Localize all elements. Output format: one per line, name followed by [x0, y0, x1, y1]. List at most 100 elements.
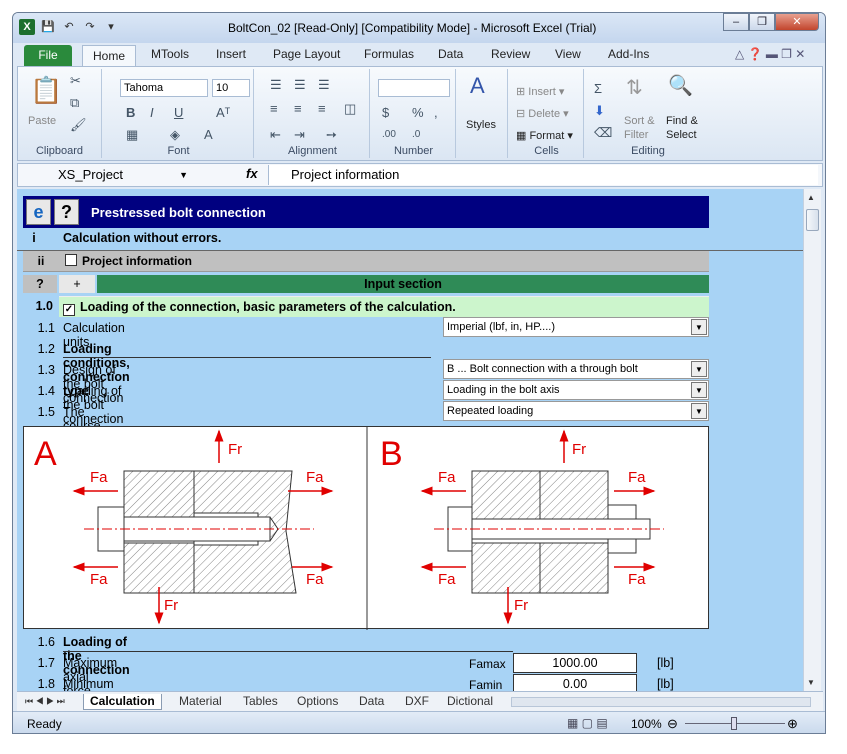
tab-page-layout[interactable]: Page Layout: [273, 47, 340, 61]
filter-label[interactable]: Filter: [624, 129, 648, 141]
tab-mtools[interactable]: MTools: [151, 47, 189, 61]
save-icon[interactable]: 💾: [40, 19, 56, 35]
sheet-tab-tables[interactable]: Tables: [243, 694, 278, 708]
project-information-row[interactable]: ii Project information: [23, 251, 709, 272]
copy-icon[interactable]: ⧉: [70, 95, 79, 111]
increase-decimal-icon[interactable]: .00: [382, 129, 396, 140]
underline-icon[interactable]: U: [174, 105, 183, 120]
format-painter-icon[interactable]: 🖌: [70, 117, 87, 133]
insert-function-button[interactable]: fx: [246, 166, 258, 181]
font-size-select[interactable]: 10: [212, 79, 250, 97]
vertical-scrollbar[interactable]: ▲ ▼: [803, 189, 821, 691]
zoom-in-icon[interactable]: ⊕: [787, 716, 798, 732]
name-box-dropdown-icon[interactable]: ▼: [179, 166, 188, 184]
customize-qat-icon[interactable]: ▾: [103, 19, 119, 35]
fill-color-icon[interactable]: ◈: [170, 127, 180, 143]
bolt-connection-design-select[interactable]: B ... Bolt connection with a through bol…: [443, 359, 709, 379]
tab-review[interactable]: Review: [491, 47, 530, 61]
zoom-level[interactable]: 100%: [631, 717, 662, 731]
sheet-tab-calculation[interactable]: Calculation: [83, 694, 162, 710]
borders-icon[interactable]: ▦: [126, 127, 138, 143]
comma-icon[interactable]: ,: [434, 105, 438, 120]
sheet-tab-material[interactable]: Material: [179, 694, 222, 708]
restore-button[interactable]: ❐: [749, 13, 775, 31]
scroll-down-icon[interactable]: ▼: [807, 678, 815, 687]
grow-font-icon[interactable]: Aᵀ: [216, 105, 230, 120]
align-middle-icon[interactable]: ☰: [294, 77, 306, 93]
align-right-icon[interactable]: ≡: [318, 101, 326, 116]
help-icon[interactable]: △ ❓ ▬ ❐ ✕: [735, 47, 805, 61]
sheet-tab-options[interactable]: Options: [297, 694, 338, 708]
sheet-tab-dictionary[interactable]: Dictional: [447, 694, 493, 708]
worksheet[interactable]: e ? Prestressed bolt connection i Calcul…: [17, 189, 803, 691]
italic-icon[interactable]: I: [150, 105, 154, 120]
sort-label[interactable]: Sort &: [624, 115, 655, 127]
max-axial-force-input[interactable]: 1000.00: [513, 653, 637, 673]
excel-app-icon[interactable]: X: [19, 19, 35, 35]
align-left-icon[interactable]: ≡: [270, 101, 278, 116]
calculation-units-select[interactable]: Imperial (lbf, in, HP....) ▼: [443, 317, 709, 337]
paste-label[interactable]: Paste: [28, 115, 56, 127]
delete-cells-button[interactable]: ⊟ Delete ▾: [516, 107, 569, 120]
scroll-thumb[interactable]: [806, 209, 819, 231]
align-bottom-icon[interactable]: ☰: [318, 77, 330, 93]
number-format-select[interactable]: [378, 79, 450, 97]
sort-filter-icon[interactable]: ⇅: [626, 75, 643, 100]
paste-icon[interactable]: 📋: [30, 75, 62, 106]
tab-add-ins[interactable]: Add-Ins: [608, 47, 649, 61]
percent-icon[interactable]: %: [412, 105, 424, 120]
find-label[interactable]: Find &: [666, 115, 698, 127]
chevron-down-icon[interactable]: ▼: [691, 361, 707, 377]
decrease-decimal-icon[interactable]: .0: [412, 129, 420, 140]
align-top-icon[interactable]: ☰: [270, 77, 282, 93]
internet-explorer-icon[interactable]: e: [26, 199, 51, 225]
sheet-tab-dxf[interactable]: DXF: [405, 694, 429, 708]
insert-cells-button[interactable]: ⊞ Insert ▾: [516, 85, 564, 98]
chevron-down-icon[interactable]: ▼: [691, 382, 707, 398]
undo-icon[interactable]: ↶: [61, 19, 77, 35]
tab-view[interactable]: View: [555, 47, 581, 61]
styles-label[interactable]: Styles: [466, 119, 496, 131]
formula-input[interactable]: Project information: [268, 165, 818, 185]
currency-icon[interactable]: $: [382, 105, 389, 120]
section-checkbox[interactable]: ✓: [63, 304, 75, 316]
chevron-down-icon[interactable]: ▼: [691, 319, 707, 335]
sheet-tab-data[interactable]: Data: [359, 694, 384, 708]
autosum-icon[interactable]: Σ: [594, 81, 602, 96]
tab-insert[interactable]: Insert: [216, 47, 246, 61]
increase-indent-icon[interactable]: ⇥: [294, 127, 305, 143]
help-button[interactable]: ?: [54, 199, 79, 225]
zoom-slider-thumb[interactable]: [731, 717, 737, 730]
expand-button[interactable]: +: [59, 275, 95, 293]
tab-formulas[interactable]: Formulas: [364, 47, 414, 61]
tab-data[interactable]: Data: [438, 47, 463, 61]
chevron-down-icon[interactable]: ▼: [691, 403, 707, 419]
scroll-up-icon[interactable]: ▲: [807, 193, 815, 202]
styles-icon[interactable]: A: [470, 73, 485, 99]
orientation-icon[interactable]: ➙: [326, 127, 337, 143]
tab-home[interactable]: Home: [82, 45, 136, 66]
select-label[interactable]: Select: [666, 129, 697, 141]
find-select-icon[interactable]: 🔍: [668, 73, 693, 98]
font-name-select[interactable]: Tahoma: [120, 79, 208, 97]
format-cells-button[interactable]: ▦ Format ▾: [516, 129, 573, 142]
horizontal-scrollbar[interactable]: [511, 697, 811, 707]
close-button[interactable]: ✕: [775, 13, 819, 31]
name-box[interactable]: XS_Project ▼: [22, 166, 188, 184]
align-center-icon[interactable]: ≡: [294, 101, 302, 116]
sheet-nav-icon[interactable]: ⏮ ◀ ▶ ⏭: [25, 696, 65, 707]
loading-course-select[interactable]: Repeated loading ▼: [443, 401, 709, 421]
bolt-loading-select[interactable]: Loading in the bolt axis ▼: [443, 380, 709, 400]
decrease-indent-icon[interactable]: ⇤: [270, 127, 281, 143]
project-info-checkbox[interactable]: [65, 254, 77, 266]
min-axial-force-input[interactable]: 0.00: [513, 674, 637, 691]
clear-icon[interactable]: ⌫: [594, 125, 612, 141]
redo-icon[interactable]: ↷: [82, 19, 98, 35]
font-color-icon[interactable]: A: [204, 127, 213, 142]
tab-file[interactable]: File: [24, 45, 72, 66]
zoom-out-icon[interactable]: ⊖: [667, 716, 678, 732]
minimize-button[interactable]: –: [723, 13, 749, 31]
view-buttons[interactable]: ▦ ▢ ▤: [567, 716, 608, 730]
cut-icon[interactable]: ✂: [70, 73, 81, 89]
merge-icon[interactable]: ◫: [344, 101, 356, 117]
